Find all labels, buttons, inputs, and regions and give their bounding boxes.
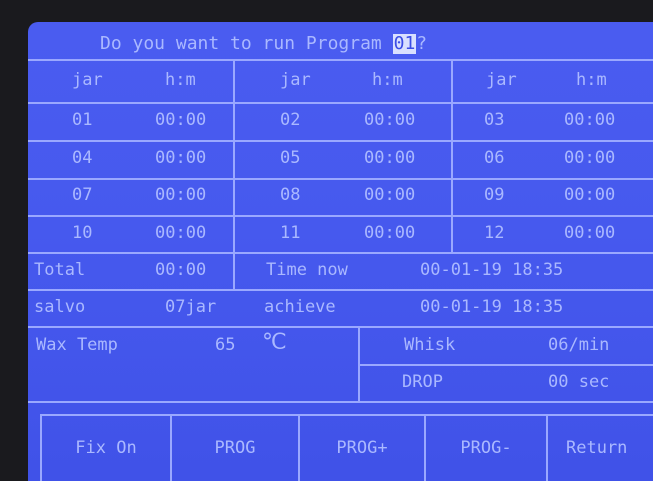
column-header-jar: jar: [486, 70, 517, 90]
wax-temp-value[interactable]: 65: [215, 335, 235, 355]
prog-plus-label: PROG+: [336, 438, 388, 458]
jar-time[interactable]: 00:00: [564, 148, 615, 168]
whisk-value[interactable]: 06/min: [548, 335, 609, 355]
drop-value[interactable]: 00 sec: [548, 372, 609, 392]
prog-minus-button[interactable]: PROG-: [424, 414, 548, 481]
column-header-hm: h:m: [165, 70, 196, 90]
grid-line: [28, 178, 653, 180]
salvo-label: salvo: [34, 297, 86, 317]
jar-number: 01: [72, 110, 93, 130]
jar-number: 08: [280, 185, 301, 205]
prog-label: PROG: [214, 438, 256, 458]
wax-temp-label: Wax Temp: [36, 335, 118, 355]
achieve-label: achieve: [264, 297, 336, 317]
jar-number: 02: [280, 110, 301, 130]
grid-line: [28, 289, 653, 291]
grid-line: [28, 102, 653, 104]
achieve-value: 00-01-19 18:35: [420, 297, 564, 317]
column-header-hm: h:m: [372, 70, 403, 90]
total-label: Total: [34, 260, 86, 280]
time-now-value: 00-01-19 18:35: [420, 260, 564, 280]
jar-number: 12: [484, 223, 505, 243]
jar-number: 09: [484, 185, 505, 205]
grid-line: [233, 59, 235, 289]
jar-time[interactable]: 00:00: [364, 223, 415, 243]
grid-line: [28, 215, 653, 217]
jar-time[interactable]: 00:00: [155, 148, 206, 168]
fix-on-label: Fix On: [75, 438, 137, 458]
column-header-hm: h:m: [576, 70, 607, 90]
jar-time[interactable]: 00:00: [155, 110, 206, 130]
run-program-prompt: Do you want to run Program 01?: [100, 34, 427, 54]
prog-plus-button[interactable]: PROG+: [298, 414, 426, 481]
jar-number: 07: [72, 185, 93, 205]
jar-time[interactable]: 00:00: [364, 185, 415, 205]
grid-line: [28, 401, 653, 403]
time-now-label: Time now: [266, 260, 348, 280]
grid-line: [28, 59, 653, 61]
jar-time[interactable]: 00:00: [564, 185, 615, 205]
fix-on-button[interactable]: Fix On: [40, 414, 172, 481]
total-value: 00:00: [155, 260, 207, 280]
grid-line: [358, 326, 360, 401]
prog-button[interactable]: PROG: [170, 414, 300, 481]
whisk-label: Whisk: [404, 335, 456, 355]
jar-time[interactable]: 00:00: [564, 223, 615, 243]
salvo-value[interactable]: 07jar: [165, 297, 216, 317]
jar-time[interactable]: 00:00: [564, 110, 615, 130]
lcd-screen: Do you want to run Program 01? jar h:m j…: [28, 22, 653, 481]
column-header-jar: jar: [280, 70, 311, 90]
program-number-field[interactable]: 01: [392, 34, 417, 54]
grid-line: [28, 326, 653, 328]
return-label: Return: [566, 438, 628, 458]
jar-number: 10: [72, 223, 93, 243]
jar-number: 11: [280, 223, 301, 243]
prog-minus-label: PROG-: [460, 438, 512, 458]
jar-time[interactable]: 00:00: [364, 148, 415, 168]
jar-number: 03: [484, 110, 505, 130]
grid-line: [28, 252, 653, 254]
jar-time[interactable]: 00:00: [155, 223, 206, 243]
grid-line: [451, 59, 453, 252]
drop-label: DROP: [402, 372, 443, 392]
jar-time[interactable]: 00:00: [364, 110, 415, 130]
column-header-jar: jar: [72, 70, 103, 90]
grid-line: [28, 140, 653, 142]
return-button[interactable]: Return: [546, 414, 653, 481]
jar-number: 04: [72, 148, 93, 168]
jar-number: 06: [484, 148, 505, 168]
grid-line: [358, 364, 653, 366]
jar-time[interactable]: 00:00: [155, 185, 206, 205]
prompt-suffix: ?: [416, 33, 428, 54]
jar-number: 05: [280, 148, 301, 168]
prompt-prefix: Do you want to run Program: [100, 33, 393, 54]
celsius-unit: ℃: [262, 330, 287, 355]
